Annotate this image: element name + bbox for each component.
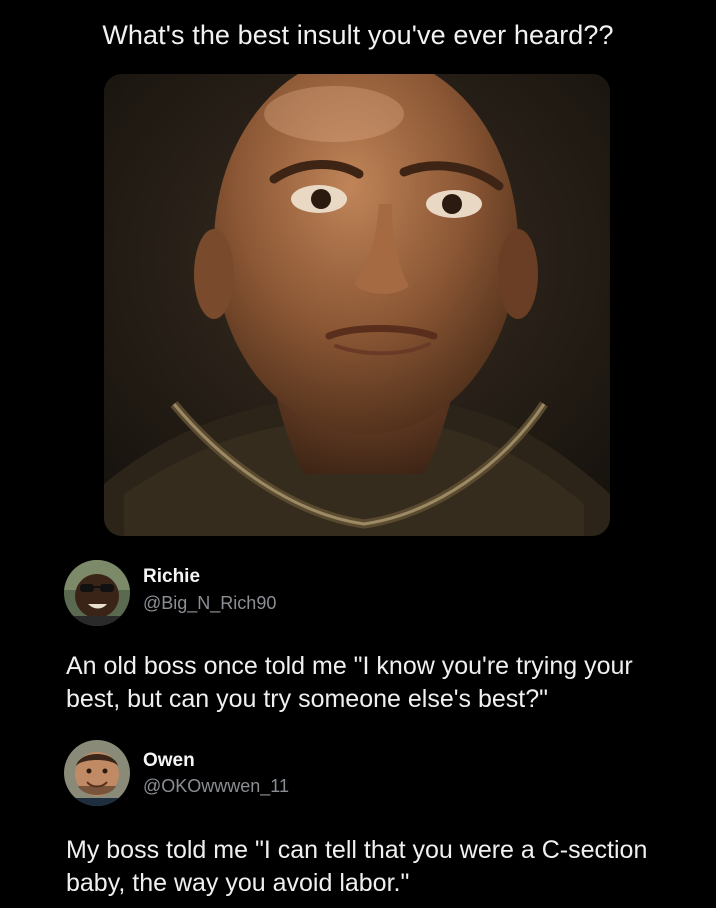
user-name[interactable]: Richie bbox=[143, 566, 200, 588]
user-name[interactable]: Owen bbox=[143, 750, 195, 772]
post-title: What's the best insult you've ever heard… bbox=[102, 20, 614, 50]
tweet-text: My boss told me "I can tell that you wer… bbox=[66, 836, 648, 897]
portrait-image bbox=[104, 74, 610, 536]
avatar-image bbox=[64, 560, 130, 626]
user-handle[interactable]: @OKOwwwen_11 bbox=[143, 776, 289, 797]
avatar[interactable] bbox=[64, 560, 130, 626]
avatar[interactable] bbox=[64, 740, 130, 806]
tweet-text: An old boss once told me "I know you're … bbox=[66, 652, 633, 713]
post-image[interactable] bbox=[104, 74, 610, 536]
user-handle[interactable]: @Big_N_Rich90 bbox=[143, 593, 276, 614]
avatar-image bbox=[64, 740, 130, 806]
